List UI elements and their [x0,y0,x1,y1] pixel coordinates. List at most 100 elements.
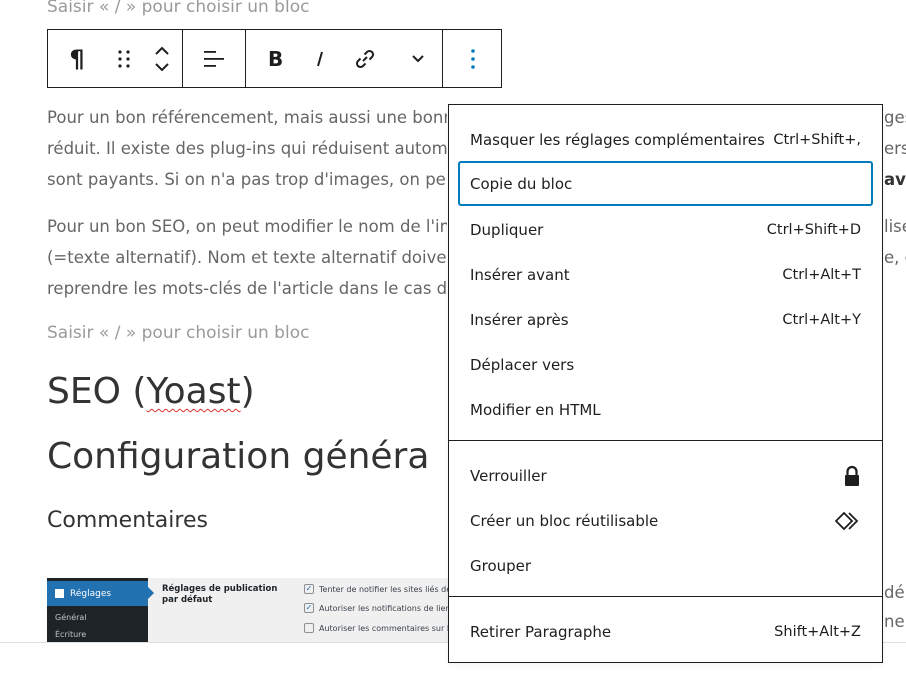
option-row: ✓ Tenter de notifier les sites liés de [304,584,451,594]
menu-item-duplicate[interactable]: Dupliquer Ctrl+Shift+D [458,207,873,252]
option-row: Autoriser les commentaires sur le [304,623,454,633]
block-toolbar: ¶ B [47,29,502,88]
menu-item-create-reusable[interactable]: Créer un bloc réutilisable [458,498,873,543]
block-placeholder-mid[interactable]: Saisir « / » pour choisir un bloc [47,323,309,343]
menu-item-label: Masquer les réglages complémentaires [470,130,765,149]
menu-item-hide-settings[interactable]: Masquer les réglages complémentaires Ctr… [458,117,873,162]
menu-item-shortcut: Ctrl+Shift+D [766,221,861,238]
bold-button[interactable]: B [246,30,304,87]
heading-configuration[interactable]: Configuration généra [47,436,447,477]
paragraph-block-1[interactable]: Pour un bon référencement, mais aussi un… [47,102,447,195]
section-title: Réglages de publication par défaut [162,584,278,605]
move-up-icon[interactable] [154,44,170,56]
paragraph-fragment: erse [884,139,906,158]
paragraph-block-3-overflow: dé ner [884,578,906,636]
bold-icon: B [268,49,283,69]
options-button[interactable] [443,30,503,87]
lock-icon [845,465,859,486]
menu-item-shortcut: Ctrl+Alt+Y [782,311,861,328]
option-row: ✓ Autoriser les notifications de lien [304,603,451,613]
menu-item-label: Insérer avant [470,265,570,284]
drag-handle-icon [118,49,130,68]
reusable-block-icon [835,511,859,530]
paragraph-line: Pour un bon SEO, on peut modifier le nom… [47,217,447,236]
active-arrow [148,587,154,599]
paragraph-fragment: ner [884,612,906,631]
menu-item-move-to[interactable]: Déplacer vers [458,342,873,387]
align-button[interactable] [183,30,245,87]
option-label: Autoriser les commentaires sur le [319,623,454,633]
drag-handle[interactable] [106,30,142,87]
heading-text: SEO ( [47,371,147,412]
option-label: Autoriser les notifications de lien [319,603,451,613]
toolbar-group-format: B [246,30,443,87]
paragraph-fragment: lise [884,217,906,236]
settings-screenshot-image[interactable]: Réglages Général Écriture Réglages de pu… [47,578,457,643]
paragraph-fragment: e, c [884,248,906,267]
menu-item-group[interactable]: Grouper [458,543,873,588]
checkbox-checked-icon: ✓ [304,584,314,594]
menu-item-lock[interactable]: Verrouiller [458,453,873,498]
checkbox-unchecked-icon [304,623,314,633]
menu-separator [449,596,882,597]
menu-item-insert-before[interactable]: Insérer avant Ctrl+Alt+T [458,252,873,297]
paragraph-fragment: dé [884,583,905,602]
paragraph-line: sont payants. Si on n'a pas trop d'image… [47,170,447,189]
more-formats-button[interactable] [394,30,442,87]
menu-item-shortcut: Shift+Alt+Z [774,623,861,640]
menu-item-settings: Réglages [47,581,148,606]
block-options-menu: Masquer les réglages complémentaires Ctr… [448,104,883,663]
menu-label: Réglages [70,588,112,599]
menu-item-label: Insérer après [470,310,569,329]
menu-item-label: Dupliquer [470,220,544,239]
settings-icon [55,589,64,598]
paragraph-icon: ¶ [69,44,85,73]
paragraph-fragment: ges [884,108,906,127]
menu-item-shortcut: Ctrl+Alt+T [782,266,861,283]
menu-item-shortcut: Ctrl+Shift+, [773,131,861,148]
heading-text: ) [240,371,255,412]
paragraph-fragment: ava [884,170,906,189]
align-left-icon [204,50,224,67]
menu-item-label: Grouper [470,556,532,575]
menu-item-remove-paragraph[interactable]: Retirer Paragraphe Shift+Alt+Z [458,609,873,654]
toolbar-group-align [183,30,246,87]
chevron-down-icon [412,54,424,62]
paragraph-line: réduit. Il existe des plug-ins qui rédui… [47,139,447,158]
menu-item-label: Créer un bloc réutilisable [470,511,659,530]
heading-seo[interactable]: SEO (Yoast) [47,371,255,412]
paragraph-block-button[interactable]: ¶ [48,30,106,87]
move-down-icon[interactable] [154,62,170,74]
menu-separator [449,440,882,441]
menu-item-label: Verrouiller [470,466,547,485]
option-label: Tenter de notifier les sites liés de [319,584,452,594]
move-block-buttons [142,30,182,87]
menu-item-insert-after[interactable]: Insérer après Ctrl+Alt+Y [458,297,873,342]
paragraph-line: Pour un bon référencement, mais aussi un… [47,108,447,127]
menu-item-label: Retirer Paragraphe [470,622,612,641]
paragraph-block-2-overflow: lise e, c [884,211,906,273]
italic-icon [317,51,323,66]
italic-button[interactable] [304,30,336,87]
menu-item-label: Déplacer vers [470,355,575,374]
spellcheck-word: Yoast [146,371,241,412]
heading-comments[interactable]: Commentaires [47,508,208,533]
paragraph-line: (=texte alternatif). Nom et texte altern… [47,248,447,267]
toolbar-group-block: ¶ [48,30,183,87]
block-placeholder-top[interactable]: Saisir « / » pour choisir un bloc [47,0,309,17]
toolbar-group-options [443,30,503,87]
checkbox-checked-icon: ✓ [304,603,314,613]
submenu-item: Général [55,613,87,622]
more-vertical-icon [471,48,475,69]
menu-item-edit-html[interactable]: Modifier en HTML [458,387,873,432]
menu-item-label: Copie du bloc [470,174,573,193]
paragraph-block-1-overflow: ges erse ava [884,102,906,195]
link-button[interactable] [336,30,394,87]
link-icon [355,49,375,68]
paragraph-block-2[interactable]: Pour un bon SEO, on peut modifier le nom… [47,211,447,304]
menu-item-copy-block[interactable]: Copie du bloc [458,161,873,206]
svg-text:B: B [268,49,283,69]
admin-sidebar: Réglages Général Écriture [47,578,154,643]
submenu-item: Écriture [55,630,87,639]
paragraph-line: reprendre les mots-clés de l'article dan… [47,279,447,298]
